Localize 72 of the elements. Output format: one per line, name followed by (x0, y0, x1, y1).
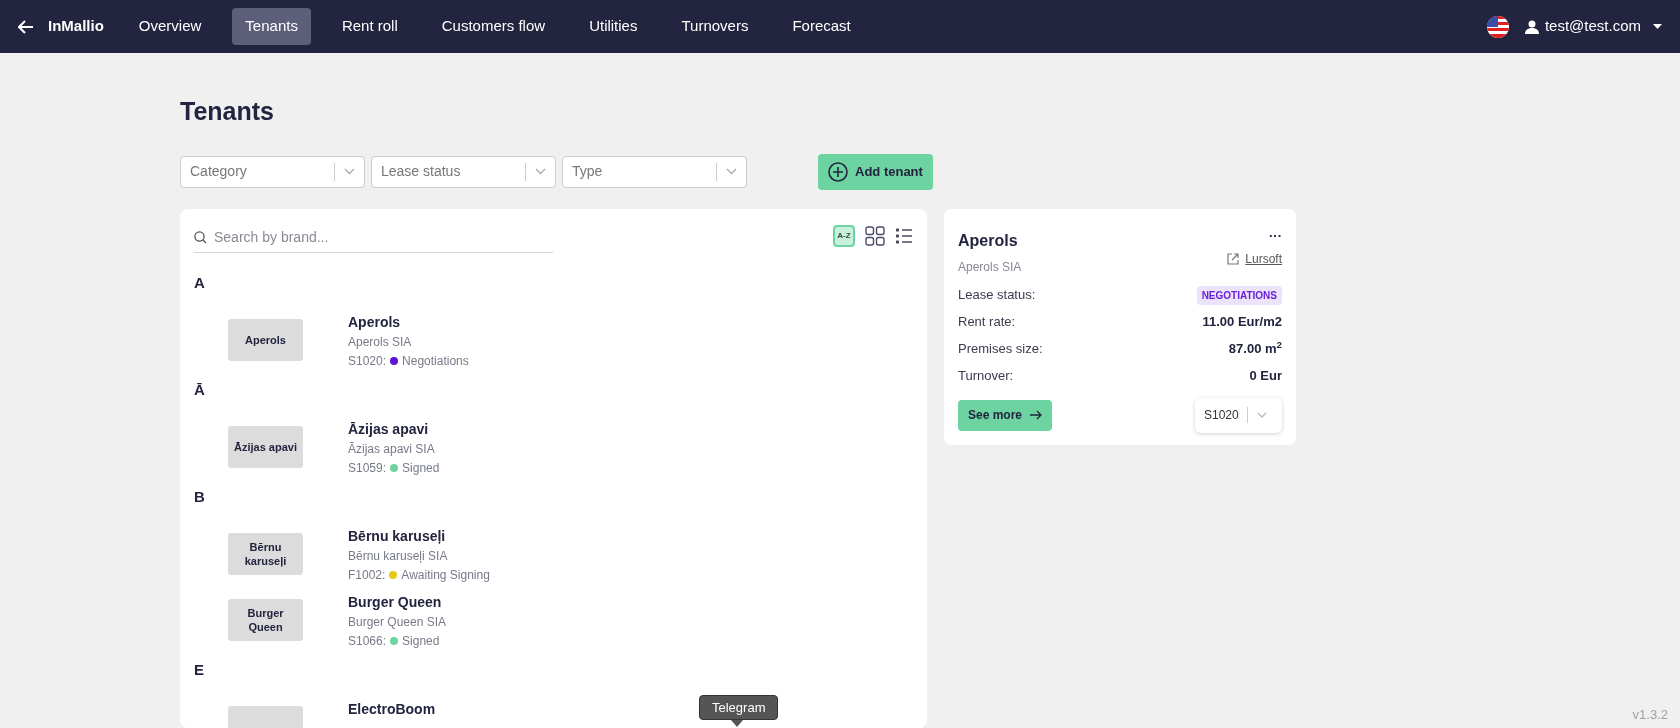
nav-tab[interactable]: Utilities (576, 8, 651, 45)
brand-logo-tile: Āzijas apavi (228, 425, 303, 468)
chevron-down-icon (726, 168, 737, 175)
flag-icon[interactable] (1486, 15, 1509, 38)
unit-code: F1002: (348, 566, 386, 583)
field-label: Rent rate: (958, 313, 1016, 332)
user-email[interactable]: test@test.com (1544, 15, 1641, 38)
chevron-down-icon (535, 168, 546, 175)
status-text: Negotiations (402, 352, 469, 369)
unit-code: S1020: (348, 352, 387, 369)
search-icon (194, 230, 207, 244)
back-arrow-icon[interactable] (18, 19, 34, 34)
company-name: Āzijas apavi SIA (348, 440, 436, 457)
chevron-down-icon (344, 168, 355, 175)
status-badge: NEGOTIATIONS (1196, 285, 1282, 305)
tenant-name[interactable]: Bērnu karuseļi (348, 526, 490, 545)
brand-logo-tile: Aperols (228, 318, 303, 361)
see-more-button[interactable]: See more (958, 399, 1053, 431)
nav-tab[interactable]: Tenants (232, 8, 311, 45)
unit-code: S1066: (348, 632, 387, 649)
company-name: Aperols SIA (348, 333, 413, 350)
field-label: Turnover: (958, 367, 1014, 386)
tenant-name[interactable]: Aperols (348, 312, 469, 331)
company-name: Aperols SIA (958, 258, 1022, 276)
grid-view-button[interactable] (865, 225, 885, 246)
nav-tab[interactable]: Rent roll (328, 8, 411, 45)
tenant-name[interactable]: Burger Queen (348, 592, 447, 611)
section-letter: E (194, 659, 205, 680)
list-view-button[interactable] (895, 226, 913, 245)
user-icon[interactable] (1524, 19, 1539, 34)
company-name: Burger Queen SIA (348, 613, 447, 630)
field-label: Premises size: (958, 340, 1043, 359)
unit-code: S1059: (348, 459, 387, 476)
tenant-name[interactable]: Āzijas apavi (348, 419, 440, 438)
company-name: Bērnu karuseļi SIA (348, 547, 449, 564)
search-field[interactable]: Search by brand... (194, 221, 553, 253)
nav-tab[interactable]: Forecast (779, 8, 864, 45)
field-value: 87.00 m$^{2}$ (1228, 339, 1282, 359)
section-letter: Ā (194, 379, 206, 400)
arrow-right-icon (1030, 410, 1043, 420)
field-value: 0 Eur (1249, 367, 1282, 386)
status-text: Signed (402, 459, 440, 476)
version-label: v1.3.2 (1632, 706, 1668, 724)
page-title: Tenants (180, 96, 275, 127)
tooltip-pointer-icon (731, 720, 743, 727)
field-value: 11.00 Eur/m2 (1202, 313, 1282, 332)
sort-az-button[interactable]: A-Z (833, 224, 855, 247)
tenant-name: Aperols (958, 230, 1019, 251)
nav-tab[interactable]: Customers flow (428, 8, 559, 45)
tenant-name[interactable]: ElectroBoom (348, 699, 436, 718)
status-text: Signed (402, 632, 440, 649)
plus-circle-icon (828, 161, 848, 182)
field-label: Lease status: (958, 286, 1036, 305)
section-letter: A (194, 272, 206, 293)
filter-dropdown[interactable]: Lease status (371, 155, 556, 188)
lursoft-link[interactable]: Lursoft (1245, 249, 1282, 268)
external-link-icon (1227, 252, 1240, 265)
section-letter: B (194, 486, 206, 507)
brand-logo-tile: Bērnu karuseļi (228, 532, 303, 575)
app-logo-text[interactable]: InMallio (48, 15, 104, 38)
filter-dropdown[interactable]: Type (562, 155, 747, 188)
caret-icon[interactable] (1653, 24, 1662, 29)
filter-dropdown[interactable]: Category (180, 155, 365, 188)
nav-tab[interactable]: Turnovers (668, 8, 762, 45)
nav-tab[interactable]: Overview (125, 8, 215, 45)
tooltip: Telegram (699, 695, 779, 720)
more-menu-button[interactable]: ··· (1269, 228, 1282, 243)
unit-select[interactable]: S1020 (1195, 397, 1282, 433)
add-tenant-button[interactable]: Add tenant (818, 153, 933, 190)
status-text: Awaiting Signing (401, 566, 490, 583)
brand-logo-tile: Burger Queen (228, 598, 303, 641)
chevron-down-icon (1256, 412, 1267, 418)
